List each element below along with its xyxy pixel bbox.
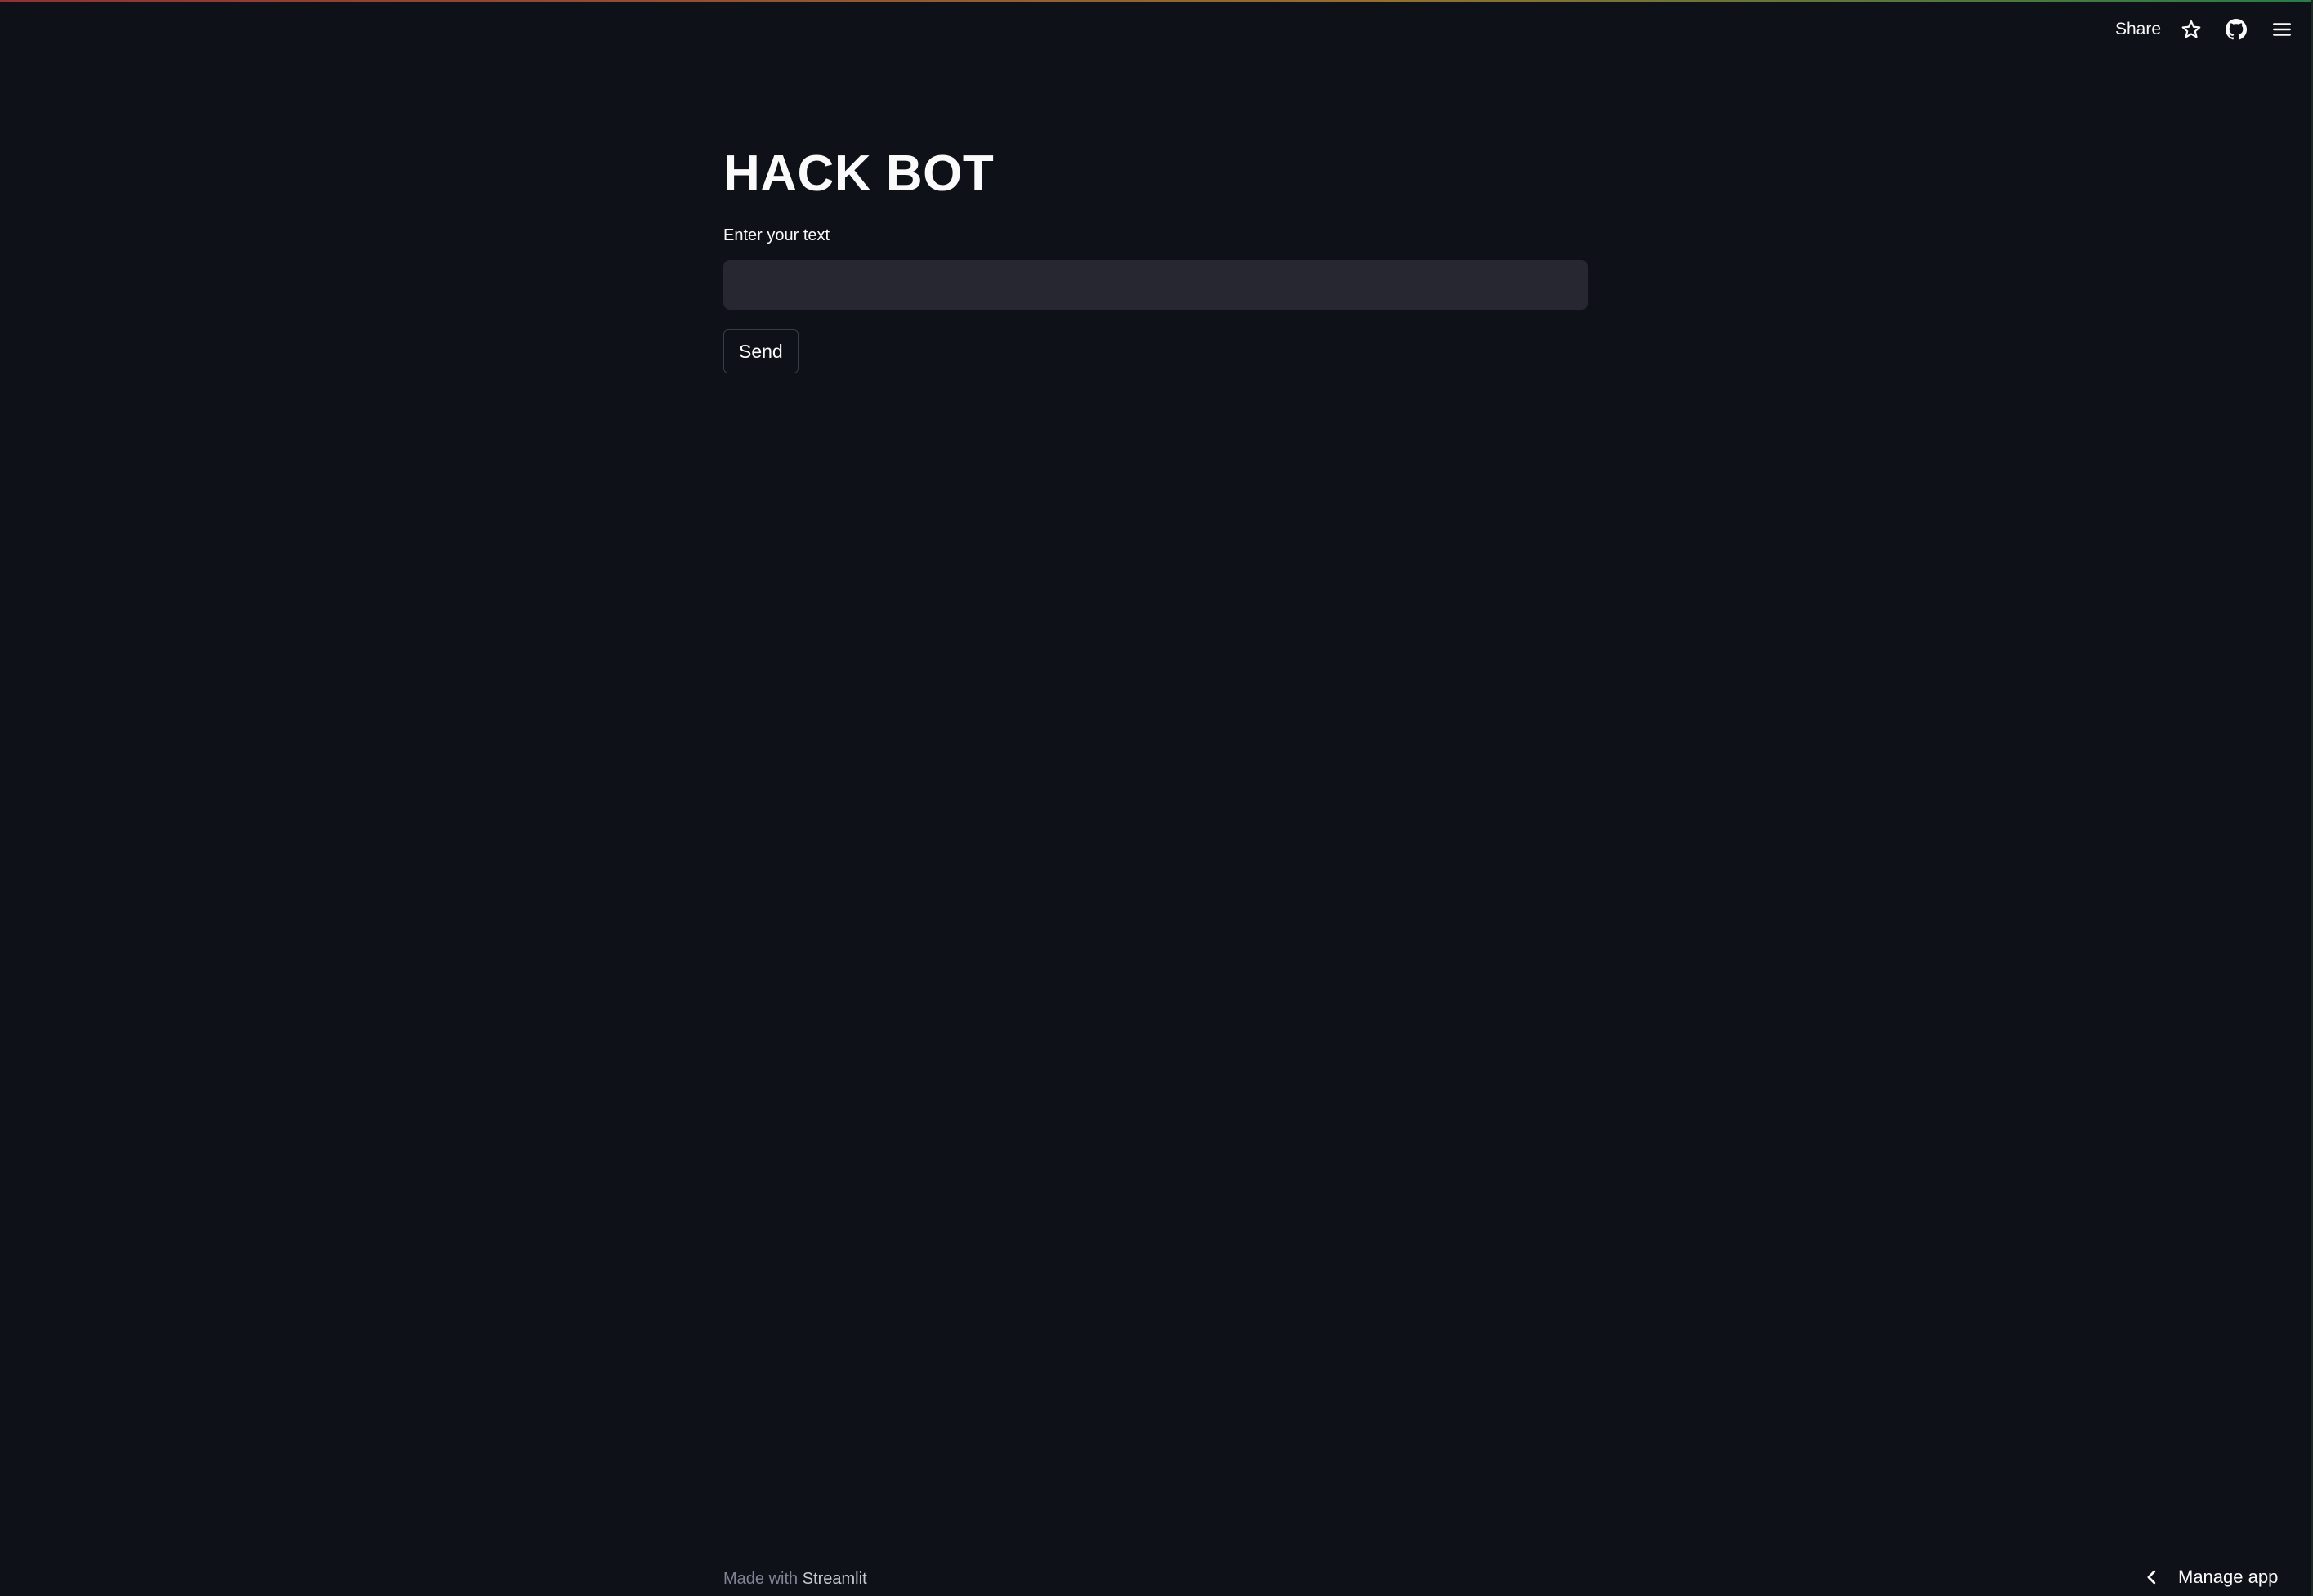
footer-streamlit-link[interactable]: Streamlit [803, 1570, 867, 1588]
app-window: Share HACK BOT Enter your text Send Made… [0, 0, 2313, 1596]
hamburger-menu-icon [2271, 19, 2293, 40]
github-icon [2226, 19, 2247, 40]
chevron-left-icon [2145, 1568, 2159, 1586]
page-title: HACK BOT [723, 145, 995, 202]
main-content: HACK BOT Enter your text Send [723, 139, 1588, 373]
top-accent-bar [0, 0, 2313, 2]
footer-made-with: Made with [723, 1570, 799, 1588]
text-input-label: Enter your text [723, 226, 830, 244]
text-input[interactable] [723, 260, 1588, 310]
footer: Made with Streamlit [723, 1567, 867, 1590]
main-menu-button[interactable] [2266, 13, 2298, 46]
github-button[interactable] [2220, 13, 2253, 46]
share-button[interactable]: Share [2115, 16, 2161, 42]
send-button[interactable]: Send [723, 329, 799, 373]
star-button[interactable] [2175, 13, 2208, 46]
star-icon [2181, 19, 2202, 40]
manage-app-label: Manage app [2178, 1567, 2279, 1587]
manage-app-button[interactable]: Manage app [2145, 1562, 2278, 1592]
